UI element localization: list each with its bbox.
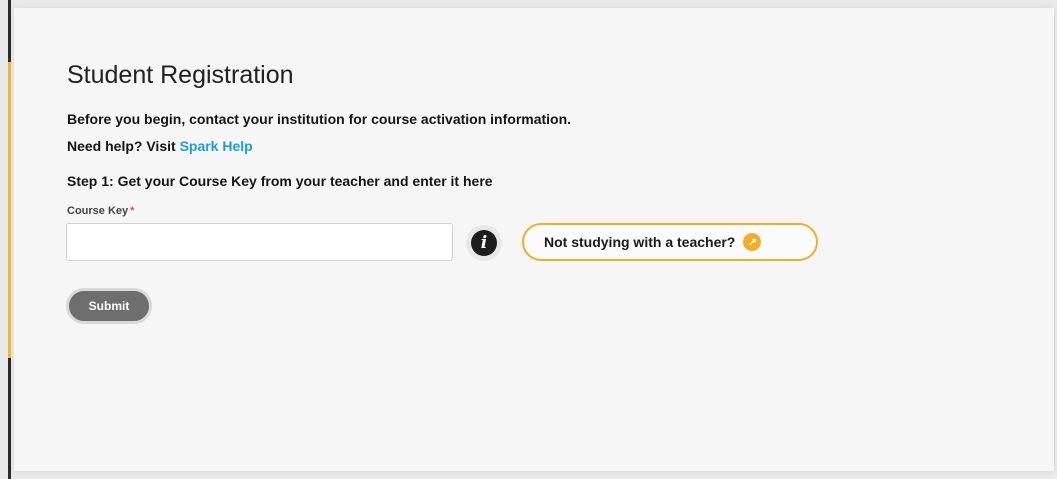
left-accent-bar bbox=[8, 62, 11, 358]
not-studying-with-teacher-button[interactable]: Not studying with a teacher? ↗ bbox=[522, 223, 818, 261]
course-key-info-button[interactable]: i bbox=[466, 225, 502, 261]
intro-text: Before you begin, contact your instituti… bbox=[67, 111, 572, 127]
submit-button[interactable]: Submit bbox=[66, 288, 152, 324]
course-key-input[interactable] bbox=[66, 223, 453, 261]
page-background: Student Registration Before you begin, c… bbox=[0, 0, 1057, 479]
help-prefix: Need help? Visit bbox=[67, 138, 176, 154]
step-1-heading: Step 1: Get your Course Key from your te… bbox=[67, 173, 493, 189]
course-key-label-text: Course Key bbox=[67, 205, 129, 217]
spark-help-link[interactable]: Spark Help bbox=[180, 138, 253, 154]
required-marker: * bbox=[130, 205, 135, 217]
info-icon: i bbox=[471, 230, 497, 256]
arrow-up-right-icon: ↗ bbox=[743, 233, 762, 251]
teacher-button-label: Not studying with a teacher? bbox=[544, 234, 736, 250]
page-title: Student Registration bbox=[67, 61, 294, 89]
course-key-label: Course Key * bbox=[67, 205, 134, 217]
help-line: Need help? Visit Spark Help bbox=[67, 138, 253, 154]
